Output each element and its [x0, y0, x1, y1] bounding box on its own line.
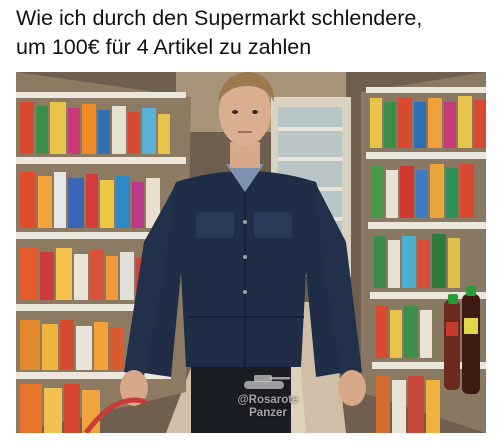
meme-caption: Wie ich durch den Supermarkt schlendere,… [16, 4, 486, 62]
watermark-line-1: @Rosarote [237, 394, 299, 406]
tank-icon [240, 372, 292, 392]
watermark-line-2: Panzer [249, 407, 287, 419]
watermark: @Rosarote Panzer [224, 394, 312, 420]
caption-line-1: Wie ich durch den Supermarkt schlendere, [16, 6, 423, 30]
caption-line-2: um 100€ für 4 Artikel zu zahlen [16, 35, 312, 59]
